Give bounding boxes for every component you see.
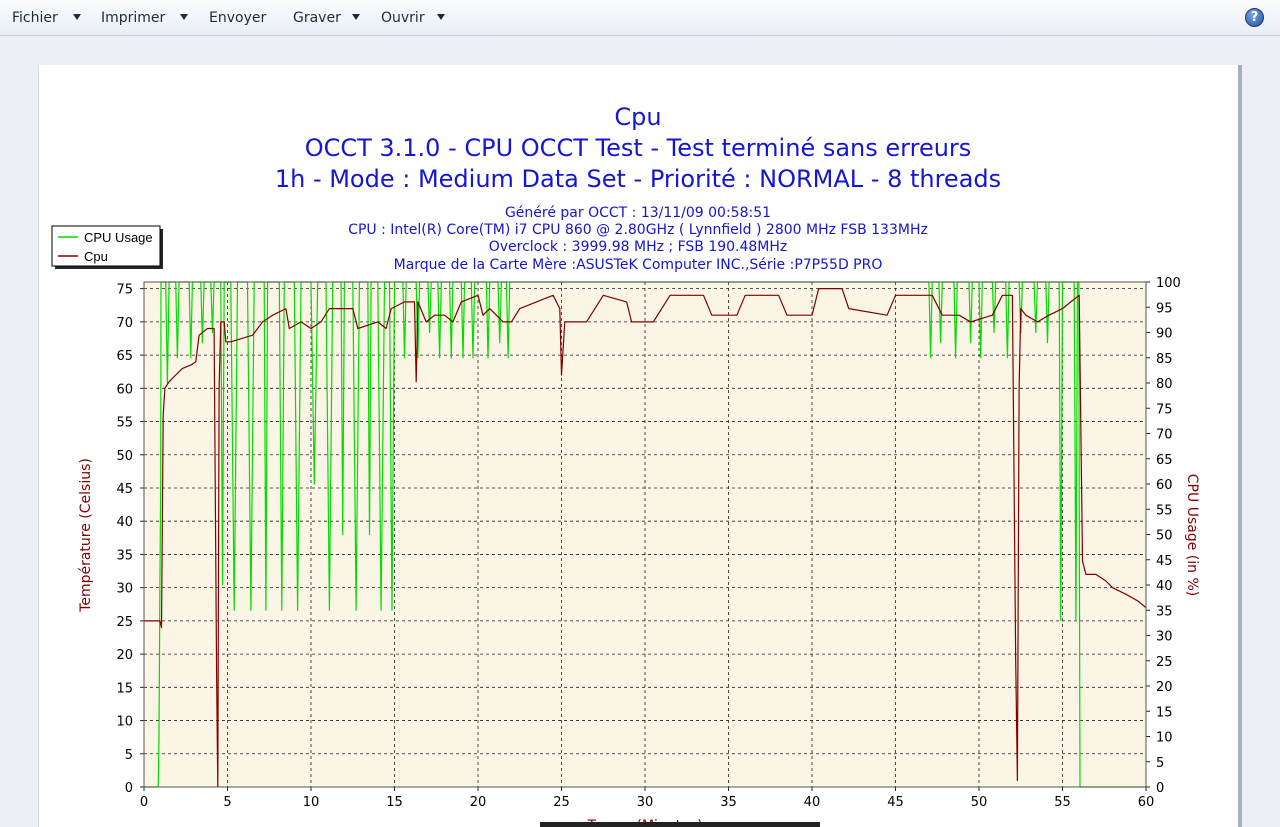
- help-icon[interactable]: ?: [1245, 8, 1264, 27]
- x-tick-label: 15: [386, 795, 403, 810]
- chevron-down-icon[interactable]: [352, 14, 360, 20]
- y-tick-label: 25: [116, 615, 133, 630]
- y2-tick-label: 20: [1156, 680, 1173, 695]
- toolbar: Fichier Imprimer Envoyer Graver Ouvrir ?: [0, 0, 1280, 36]
- y2-tick-label: 90: [1156, 327, 1173, 342]
- chart-title: Cpu: [614, 103, 661, 131]
- y2-tick-label: 40: [1156, 579, 1173, 594]
- y-tick-label: 35: [116, 548, 133, 563]
- x-tick-label: 40: [804, 795, 821, 810]
- cpu-chart: Cpu OCCT 3.1.0 - CPU OCCT Test - Test te…: [51, 103, 1200, 827]
- y-tick-label: 60: [116, 382, 133, 397]
- chart-subtitle-2: 1h - Mode : Medium Data Set - Priorité :…: [275, 165, 1001, 193]
- chart-info-1: Généré par OCCT : 13/11/09 00:58:51: [505, 205, 771, 221]
- y-tick-label: 65: [116, 349, 133, 364]
- y-tick-label: 10: [116, 715, 133, 730]
- y2-tick-label: 5: [1156, 756, 1164, 771]
- y2-tick-label: 60: [1156, 478, 1173, 493]
- y2-tick-label: 70: [1156, 428, 1173, 443]
- x-tick-label: 50: [971, 795, 988, 810]
- menu-fichier[interactable]: Fichier: [12, 10, 58, 26]
- y-axis-label: Température (Celsius): [78, 458, 94, 613]
- y-tick-label: 40: [116, 515, 133, 530]
- y2-tick-label: 25: [1156, 655, 1173, 670]
- y2-tick-label: 45: [1156, 554, 1173, 569]
- menu-imprimer[interactable]: Imprimer: [101, 10, 165, 26]
- x-tick-label: 30: [637, 795, 654, 810]
- chart-info-2: CPU : Intel(R) Core(TM) i7 CPU 860 @ 2.8…: [348, 222, 928, 238]
- scrollbar[interactable]: [1238, 65, 1242, 827]
- y2-tick-label: 0: [1156, 781, 1164, 796]
- y2-tick-label: 55: [1156, 503, 1173, 518]
- chart-legend: CPU Usage Cpu: [51, 225, 163, 269]
- y-tick-label: 50: [116, 449, 133, 464]
- y-tick-label: 70: [116, 316, 133, 331]
- chart-info-4: Marque de la Carte Mère :ASUSTeK Compute…: [394, 257, 883, 273]
- legend-label-cpu-usage: CPU Usage: [84, 230, 153, 245]
- y2-tick-label: 50: [1156, 529, 1173, 544]
- y-tick-label: 0: [125, 781, 133, 796]
- y2-tick-label: 95: [1156, 301, 1173, 316]
- y-tick-label: 30: [116, 582, 133, 597]
- y2-tick-label: 30: [1156, 630, 1173, 645]
- y-tick-label: 5: [125, 748, 133, 763]
- chevron-down-icon[interactable]: [180, 14, 188, 20]
- x-tick-label: 55: [1054, 795, 1071, 810]
- y-tick-label: 20: [116, 648, 133, 663]
- x-tick-label: 35: [720, 795, 737, 810]
- y-tick-label: 75: [116, 283, 133, 298]
- x-tick-label: 10: [303, 795, 320, 810]
- chevron-down-icon[interactable]: [73, 14, 81, 20]
- x-tick-label: 20: [470, 795, 487, 810]
- y2-tick-label: 100: [1156, 276, 1181, 291]
- y2-tick-label: 85: [1156, 352, 1173, 367]
- y2-tick-label: 10: [1156, 731, 1173, 746]
- y2-axis-label: CPU Usage (in %): [1184, 474, 1200, 596]
- chart-subtitle-1: OCCT 3.1.0 - CPU OCCT Test - Test termin…: [305, 134, 972, 162]
- y2-tick-label: 65: [1156, 453, 1173, 468]
- menu-envoyer[interactable]: Envoyer: [209, 10, 266, 26]
- y-tick-label: 15: [116, 681, 133, 696]
- x-tick-label: 45: [887, 795, 904, 810]
- window-edge: [540, 822, 820, 827]
- y-tick-label: 45: [116, 482, 133, 497]
- y-tick-label: 55: [116, 416, 133, 431]
- y2-tick-label: 80: [1156, 377, 1173, 392]
- menu-graver[interactable]: Graver: [293, 10, 341, 26]
- x-tick-label: 0: [140, 795, 148, 810]
- x-tick-label: 60: [1138, 795, 1155, 810]
- chart-info-3: Overclock : 3999.98 MHz ; FSB 190.48MHz: [489, 239, 788, 255]
- legend-label-cpu: Cpu: [84, 249, 108, 264]
- x-tick-label: 5: [223, 795, 231, 810]
- y2-tick-label: 35: [1156, 604, 1173, 619]
- y2-tick-label: 75: [1156, 402, 1173, 417]
- x-tick-label: 25: [553, 795, 570, 810]
- y2-tick-label: 15: [1156, 705, 1173, 720]
- menu-ouvrir[interactable]: Ouvrir: [381, 10, 425, 26]
- chevron-down-icon[interactable]: [437, 14, 445, 20]
